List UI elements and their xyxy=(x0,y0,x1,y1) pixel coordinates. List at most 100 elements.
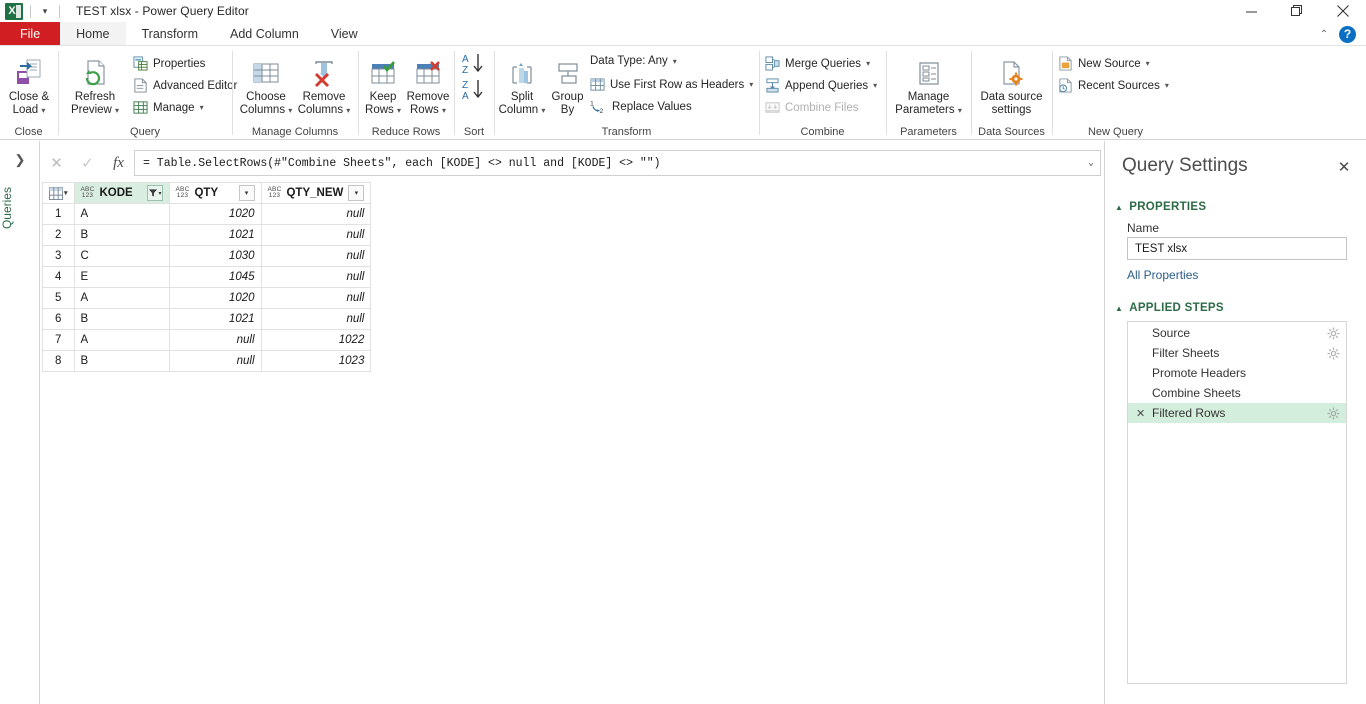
new-source-button[interactable]: New Source ▾ xyxy=(1058,56,1150,71)
cell-kode[interactable]: B xyxy=(73,308,170,330)
recent-sources-button[interactable]: Recent Sources ▾ xyxy=(1058,78,1169,93)
cell-qty[interactable]: 1030 xyxy=(168,245,262,267)
table-row[interactable]: 8 B null 1023 xyxy=(42,350,372,372)
applied-steps-section-header[interactable]: ▲ APPLIED STEPS xyxy=(1115,302,1224,314)
data-source-settings-button[interactable]: Data source settings xyxy=(974,54,1049,117)
replace-values-button[interactable]: 1 2 Replace Values xyxy=(590,99,692,115)
manage-parameters-button[interactable]: Manage Parameters ▾ xyxy=(889,54,968,117)
cell-kode[interactable]: A xyxy=(73,203,170,225)
group-by-button[interactable]: Group By xyxy=(545,54,590,117)
advanced-editor-button[interactable]: Advanced Editor xyxy=(133,78,237,93)
properties-section-header[interactable]: ▲ PROPERTIES xyxy=(1115,201,1206,213)
cell-qty-new[interactable]: 1023 xyxy=(260,350,372,372)
applied-steps-header-label: APPLIED STEPS xyxy=(1129,302,1224,314)
svg-text:2: 2 xyxy=(599,108,603,114)
restore-icon[interactable] xyxy=(1274,0,1320,22)
gear-icon[interactable] xyxy=(1327,326,1340,340)
table-icon xyxy=(49,186,63,200)
keep-rows-button[interactable]: Keep Rows ▾ xyxy=(359,54,407,117)
tab-home[interactable]: Home xyxy=(60,22,126,45)
group-label-close: Close xyxy=(14,126,43,138)
close-and-load-button[interactable]: Close & Load ▾ xyxy=(3,54,55,117)
table-row[interactable]: 3 C 1030 null xyxy=(42,245,372,267)
cell-qty-new[interactable]: null xyxy=(260,224,372,246)
tab-file[interactable]: File xyxy=(0,22,61,45)
choose-columns-button[interactable]: Choose Columns ▾ xyxy=(235,54,297,117)
cell-qty-new[interactable]: null xyxy=(260,203,372,225)
filter-button-qty-new[interactable]: ▾ xyxy=(348,185,365,201)
minimize-icon[interactable] xyxy=(1228,0,1274,22)
filter-button-kode[interactable]: ▾ xyxy=(146,185,163,201)
properties-button[interactable]: Properties xyxy=(133,56,205,71)
cell-qty-new[interactable]: 1022 xyxy=(260,329,372,351)
cell-qty-new[interactable]: null xyxy=(260,245,372,267)
sort-ascending-button[interactable]: A Z xyxy=(461,52,487,81)
delete-step-icon[interactable]: ✕ xyxy=(1136,407,1150,420)
table-row[interactable]: 4 E 1045 null xyxy=(42,266,372,288)
queries-pane-collapsed[interactable]: ❯ Queries xyxy=(0,141,40,704)
applied-step-filter-sheets[interactable]: Filter Sheets xyxy=(1128,343,1346,363)
tab-transform[interactable]: Transform xyxy=(126,22,215,45)
cell-qty-new[interactable]: null xyxy=(260,266,372,288)
formula-cancel-icon[interactable]: ✕ xyxy=(41,146,72,180)
close-icon[interactable] xyxy=(1320,0,1366,22)
select-all-columns-button[interactable]: ▾ xyxy=(42,182,75,204)
column-header-qty[interactable]: ABC 123 QTY ▾ xyxy=(168,182,262,204)
manage-button[interactable]: Manage ▾ xyxy=(133,100,204,115)
collapse-ribbon-icon[interactable]: ⌃ xyxy=(1315,29,1333,40)
merge-queries-button[interactable]: Merge Queries ▾ xyxy=(765,56,870,71)
remove-rows-button[interactable]: Remove Rows ▾ xyxy=(403,54,453,117)
gear-icon[interactable] xyxy=(1327,346,1340,360)
formula-accept-icon[interactable]: ✓ xyxy=(72,146,103,180)
cell-qty-new[interactable]: null xyxy=(260,308,372,330)
refresh-preview-button[interactable]: Refresh Preview ▾ xyxy=(64,54,126,117)
applied-step-source[interactable]: Source xyxy=(1128,323,1346,343)
table-row[interactable]: 6 B 1021 null xyxy=(42,308,372,330)
help-icon[interactable]: ? xyxy=(1339,25,1356,43)
cell-kode[interactable]: B xyxy=(73,350,170,372)
applied-step-combine-sheets[interactable]: Combine Sheets xyxy=(1128,383,1346,403)
cell-qty[interactable]: 1020 xyxy=(168,287,262,309)
formula-input[interactable]: = Table.SelectRows(#"Combine Sheets", ea… xyxy=(134,150,1101,176)
formula-expand-icon[interactable]: ⌄ xyxy=(1088,151,1094,175)
column-header-kode[interactable]: ABC 123 KODE ▾ xyxy=(73,182,170,204)
combine-files-label: Combine Files xyxy=(785,101,859,114)
use-first-row-as-headers-button[interactable]: Use First Row as Headers ▾ xyxy=(590,77,753,92)
column-header-qty-new[interactable]: ABC 123 QTY_NEW ▾ xyxy=(260,182,372,204)
all-properties-link[interactable]: All Properties xyxy=(1127,268,1198,282)
quick-access-dropdown-icon[interactable]: ▾ xyxy=(38,4,52,18)
sort-descending-button[interactable]: Z A xyxy=(461,78,487,107)
cell-qty-new[interactable]: null xyxy=(260,287,372,309)
data-type-control[interactable]: Data Type: Any ▾ xyxy=(590,55,677,67)
split-column-button[interactable]: Split Column ▾ xyxy=(495,54,549,117)
cell-qty[interactable]: 1021 xyxy=(168,308,262,330)
query-name-input[interactable]: TEST xlsx xyxy=(1127,237,1347,260)
append-queries-button[interactable]: Append Queries ▾ xyxy=(765,78,877,93)
applied-step-filtered-rows[interactable]: ✕ Filtered Rows xyxy=(1128,403,1346,423)
table-row[interactable]: 1 A 1020 null xyxy=(42,203,372,225)
tab-view[interactable]: View xyxy=(315,22,374,45)
cell-kode[interactable]: A xyxy=(73,287,170,309)
close-panel-icon[interactable]: ✕ xyxy=(1336,159,1352,176)
cell-qty[interactable]: null xyxy=(168,350,262,372)
group-label-reduce-rows: Reduce Rows xyxy=(371,126,441,138)
table-row[interactable]: 5 A 1020 null xyxy=(42,287,372,309)
cell-qty[interactable]: 1045 xyxy=(168,266,262,288)
fx-icon[interactable]: fx xyxy=(103,146,134,180)
ribbon-group-new-query: New Source ▾ Recent Sources ▾ New Query xyxy=(1053,46,1178,140)
remove-columns-button[interactable]: Remove Columns ▾ xyxy=(293,54,355,117)
cell-kode[interactable]: B xyxy=(73,224,170,246)
cell-qty[interactable]: 1020 xyxy=(168,203,262,225)
cell-kode[interactable]: C xyxy=(73,245,170,267)
table-row[interactable]: 7 A null 1022 xyxy=(42,329,372,351)
applied-step-promote-headers[interactable]: Promote Headers xyxy=(1128,363,1346,383)
filter-button-qty[interactable]: ▾ xyxy=(238,185,255,201)
cell-qty[interactable]: null xyxy=(168,329,262,351)
expand-queries-icon[interactable]: ❯ xyxy=(0,152,40,168)
cell-kode[interactable]: A xyxy=(73,329,170,351)
cell-qty[interactable]: 1021 xyxy=(168,224,262,246)
gear-icon[interactable] xyxy=(1327,406,1340,420)
table-row[interactable]: 2 B 1021 null xyxy=(42,224,372,246)
tab-add-column[interactable]: Add Column xyxy=(214,22,315,45)
cell-kode[interactable]: E xyxy=(73,266,170,288)
